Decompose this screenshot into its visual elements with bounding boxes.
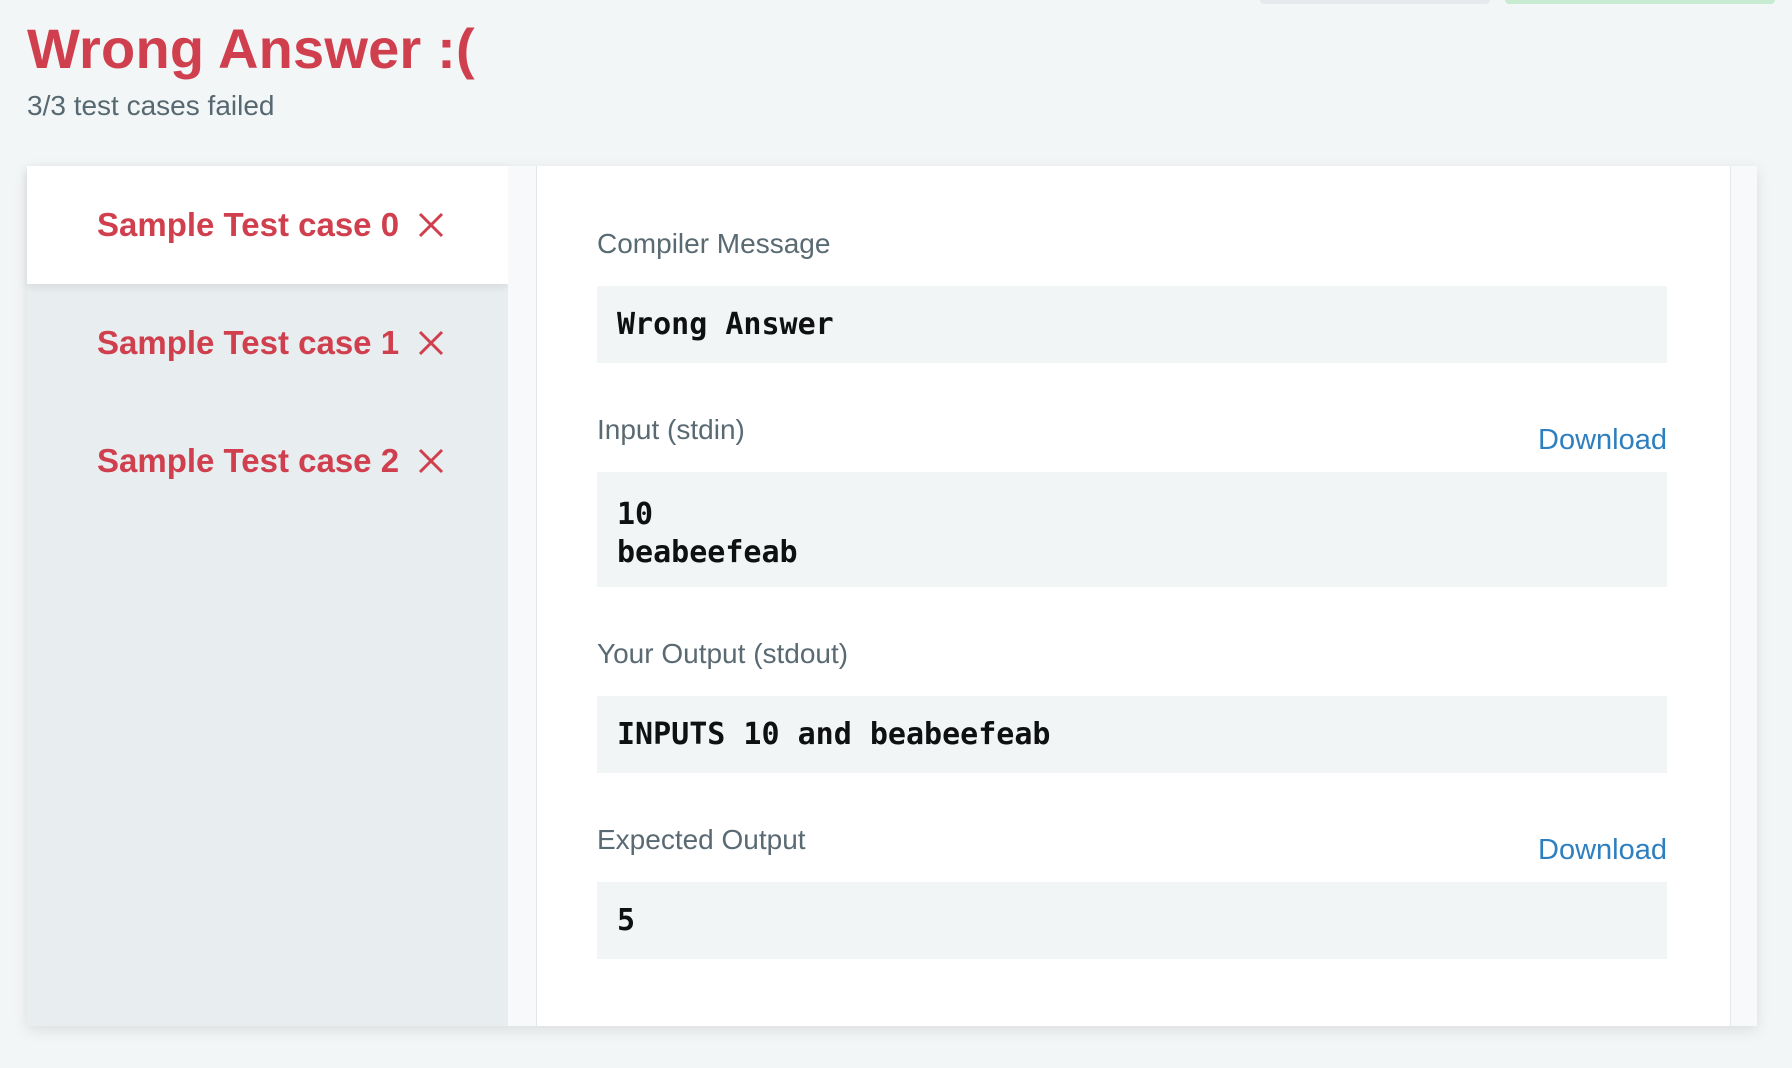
expected-output-download-link[interactable]: Download (1538, 834, 1667, 867)
top-bar-edge (1260, 0, 1490, 4)
your-output-label: Your Output (stdout) (597, 638, 849, 669)
close-x-icon (419, 448, 444, 474)
tab-sample-test-case-1[interactable]: Sample Test case 1 (27, 284, 508, 402)
input-box: 10 beabeefeab (597, 472, 1667, 587)
input-download-link[interactable]: Download (1538, 424, 1667, 457)
panel-right-rail (1730, 166, 1757, 1026)
close-x-icon (419, 330, 444, 356)
input-label: Input (stdin) (597, 414, 745, 445)
compiler-message-label: Compiler Message (597, 228, 831, 259)
top-bar-button-edge (1505, 0, 1775, 4)
test-case-tab-list: Sample Test case 0 Sample Test case 1 Sa… (27, 166, 508, 1026)
result-title: Wrong Answer :( (27, 17, 475, 80)
result-subtitle: 3/3 test cases failed (27, 90, 275, 121)
test-results-panel: Sample Test case 0 Sample Test case 1 Sa… (27, 166, 1757, 1026)
tab-label: Sample Test case 2 (97, 442, 400, 479)
tab-sample-test-case-0[interactable]: Sample Test case 0 (27, 166, 508, 284)
your-output-box: INPUTS 10 and beabeefeab (597, 696, 1667, 773)
tab-label: Sample Test case 1 (97, 324, 400, 361)
panel-divider (508, 166, 537, 1026)
expected-output-box: 5 (597, 882, 1667, 959)
tab-label: Sample Test case 0 (97, 206, 400, 243)
compiler-message-box: Wrong Answer (597, 286, 1667, 363)
close-x-icon (419, 212, 444, 238)
expected-output-label: Expected Output (597, 824, 806, 855)
tab-sample-test-case-2[interactable]: Sample Test case 2 (27, 402, 508, 520)
